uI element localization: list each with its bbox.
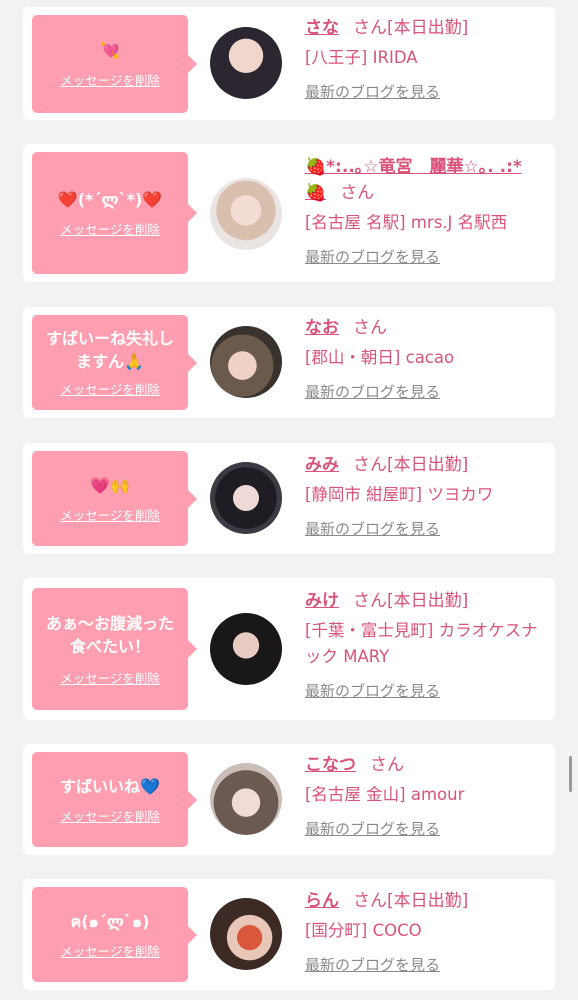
avatar[interactable]: [210, 898, 282, 970]
avatar[interactable]: [210, 462, 282, 534]
message-bubble: 💗🙌 メッセージを削除: [32, 451, 197, 546]
today-attendance-badge: [本日出勤]: [387, 891, 469, 911]
latest-blog-link[interactable]: 最新のブログを見る: [305, 518, 440, 539]
message-bubble: ฅ(๑´ლ`๑) メッセージを削除: [32, 887, 197, 982]
shop-info: [国分町] COCO: [305, 921, 422, 940]
honorific: さん: [353, 591, 387, 611]
avatar[interactable]: [210, 178, 282, 250]
avatar[interactable]: [210, 27, 282, 99]
cast-name-link[interactable]: みけ: [305, 591, 339, 611]
cast-name-link[interactable]: こなつ: [305, 755, 356, 775]
latest-blog-link[interactable]: 最新のブログを見る: [305, 680, 440, 701]
message-bubble: ❤️(*´ლ`*)❤️ メッセージを削除: [32, 152, 197, 274]
message-text: 💘: [100, 41, 120, 60]
message-bubble: 💘 メッセージを削除: [32, 15, 197, 113]
favorite-card: ❤️(*´ლ`*)❤️ メッセージを削除 🍓*:..｡☆竜宮 麗華☆｡. .:*…: [23, 144, 555, 282]
favorite-card: すばいいね💙 メッセージを削除 こなつ さん [名古屋 金山] amour 最新の…: [23, 744, 555, 855]
delete-message-link[interactable]: メッセージを削除: [60, 806, 160, 825]
delete-message-link[interactable]: メッセージを削除: [60, 379, 160, 398]
favorite-card: 💗🙌 メッセージを削除 みみ さん[本日出勤] [静岡市 紺屋町] ツヨカワ 最新…: [23, 443, 555, 554]
avatar[interactable]: [210, 763, 282, 835]
shop-info: [八王子] IRIDA: [305, 48, 418, 67]
honorific: さん: [353, 891, 387, 911]
shop-info: [名古屋 名駅] mrs.J 名駅西: [305, 213, 508, 232]
cast-name-link[interactable]: らん: [305, 891, 339, 911]
latest-blog-link[interactable]: 最新のブログを見る: [305, 246, 440, 267]
honorific: さん: [370, 755, 404, 775]
shop-info: [千葉・富士見町] カラオケスナック MARY: [305, 621, 538, 666]
message-bubble: あぁ～お腹減った食べたい！ メッセージを削除: [32, 588, 197, 710]
latest-blog-link[interactable]: 最新のブログを見る: [305, 954, 440, 975]
message-text: ฅ(๑´ლ`๑): [70, 911, 150, 931]
latest-blog-link[interactable]: 最新のブログを見る: [305, 818, 440, 839]
today-attendance-badge: [本日出勤]: [387, 455, 469, 475]
delete-message-link[interactable]: メッセージを削除: [60, 941, 160, 960]
cast-name-link[interactable]: みみ: [305, 455, 339, 475]
shop-info: [静岡市 紺屋町] ツヨカワ: [305, 485, 494, 504]
favorite-card: ฅ(๑´ლ`๑) メッセージを削除 らん さん[本日出勤] [国分町] COCO …: [23, 879, 555, 990]
honorific: さん: [353, 18, 387, 38]
shop-info: [名古屋 金山] amour: [305, 785, 465, 804]
honorific: さん: [353, 455, 387, 475]
delete-message-link[interactable]: メッセージを削除: [60, 668, 160, 687]
latest-blog-link[interactable]: 最新のブログを見る: [305, 81, 440, 102]
delete-message-link[interactable]: メッセージを削除: [60, 219, 160, 238]
cast-name-link[interactable]: なお: [305, 318, 339, 338]
avatar[interactable]: [210, 613, 282, 685]
message-text: ❤️(*´ლ`*)❤️: [57, 190, 163, 209]
shop-info: [郡山・朝日] cacao: [305, 348, 455, 367]
today-attendance-badge: [本日出勤]: [387, 591, 469, 611]
scrollbar[interactable]: [569, 756, 572, 792]
favorite-card: あぁ～お腹減った食べたい！ メッセージを削除 みけ さん[本日出勤] [千葉・富士…: [23, 578, 555, 720]
message-text: すばいいね💙: [60, 776, 160, 796]
message-bubble: すばいいね💙 メッセージを削除: [32, 752, 197, 847]
favorite-card: 💘 メッセージを削除 さな さん[本日出勤] [八王子] IRIDA 最新のブログ…: [23, 7, 555, 120]
honorific: さん: [353, 318, 387, 338]
message-bubble: すばいーね失礼しますん🙏 メッセージを削除: [32, 315, 197, 410]
favorite-card: すばいーね失礼しますん🙏 メッセージを削除 なお さん [郡山・朝日] cacao…: [23, 307, 555, 418]
message-text: あぁ～お腹減った食べたい！: [45, 613, 174, 656]
honorific: さん: [340, 183, 375, 203]
message-text: すばいーね失礼しますん🙏: [45, 329, 174, 371]
latest-blog-link[interactable]: 最新のブログを見る: [305, 381, 440, 402]
delete-message-link[interactable]: メッセージを削除: [60, 505, 160, 524]
delete-message-link[interactable]: メッセージを削除: [60, 70, 160, 89]
cast-name-link[interactable]: さな: [305, 18, 339, 38]
cast-name-link[interactable]: 🍓*:..｡☆竜宮 麗華☆｡. .:*🍓: [305, 157, 522, 203]
today-attendance-badge: [本日出勤]: [387, 18, 469, 38]
message-text: 💗🙌: [90, 475, 130, 495]
avatar[interactable]: [210, 326, 282, 398]
